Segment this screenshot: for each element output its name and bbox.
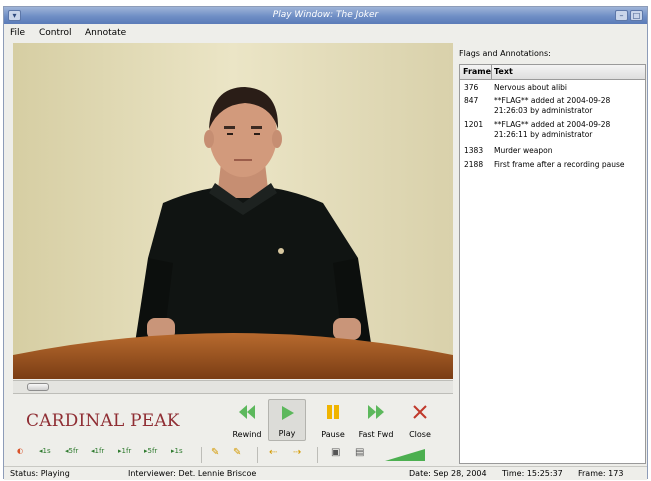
record-icon[interactable]: ◐	[17, 447, 23, 463]
table-header: Frame Text	[460, 65, 645, 80]
step-back-5fr-button[interactable]: ◂5fr	[65, 447, 78, 463]
toolbar-separator	[317, 447, 318, 463]
toolbar-separator	[257, 447, 258, 463]
title-bar: ▾ Play Window: The Joker – □	[4, 7, 647, 24]
pause-button[interactable]: Pause	[314, 399, 352, 441]
rewind-button[interactable]: Rewind	[228, 399, 266, 441]
step-fwd-1s-button[interactable]: ▸1s	[171, 447, 183, 463]
window-menu-icon[interactable]: ▾	[8, 10, 21, 21]
step-toolbar: ◐ ◂1s ◂5fr ◂1fr ▸1fr ▸5fr ▸1s ✎ ✎ ⇠ ⇢ ▣ …	[13, 444, 453, 466]
maximize-button[interactable]: □	[630, 10, 643, 21]
menu-control[interactable]: Control	[39, 28, 72, 38]
status-time: Time: 15:25:37	[502, 469, 563, 478]
mark-out-icon[interactable]: ✎	[233, 447, 241, 463]
step-back-1fr-button[interactable]: ◂1fr	[91, 447, 104, 463]
slider-thumb[interactable]	[27, 383, 49, 391]
annotations-panel: Flags and Annotations: Frame Text 376 Ne…	[455, 43, 646, 466]
rewind-label: Rewind	[232, 430, 262, 439]
video-image	[13, 43, 453, 379]
panel-title: Flags and Annotations:	[459, 49, 551, 58]
close-label: Close	[409, 430, 431, 439]
pause-label: Pause	[321, 430, 345, 439]
toolbar-separator	[201, 447, 202, 463]
step-fwd-5fr-button[interactable]: ▸5fr	[144, 447, 157, 463]
screen-icon[interactable]: ▤	[355, 447, 364, 463]
playback-slider[interactable]	[13, 380, 453, 394]
minimize-button[interactable]: –	[615, 10, 628, 21]
status-date: Date: Sep 28, 2004	[409, 469, 487, 478]
status-bar: Status: Playing Interviewer: Det. Lennie…	[4, 466, 647, 480]
snapshot-icon[interactable]: ▣	[331, 447, 340, 463]
play-window: ▾ Play Window: The Joker – □ File Contro…	[3, 6, 648, 480]
step-fwd-1fr-button[interactable]: ▸1fr	[118, 447, 131, 463]
column-text[interactable]: Text	[494, 67, 513, 76]
menu-file[interactable]: File	[10, 28, 25, 38]
rewind-icon	[239, 405, 255, 419]
fast-forward-button[interactable]: Fast Fwd	[357, 399, 395, 441]
column-frame[interactable]: Frame	[463, 67, 491, 76]
mark-in-icon[interactable]: ✎	[211, 447, 219, 463]
status-frame: Frame: 173	[578, 469, 624, 478]
close-button[interactable]: Close	[401, 399, 439, 441]
jump-prev-flag-icon[interactable]: ⇠	[269, 447, 277, 463]
menu-annotate[interactable]: Annotate	[85, 28, 126, 38]
play-icon	[282, 406, 294, 420]
annotations-table[interactable]: Frame Text 376 Nervous about alibi 847 *…	[459, 64, 646, 464]
close-icon	[413, 405, 427, 419]
volume-icon[interactable]	[383, 447, 427, 463]
fast-forward-icon	[368, 405, 384, 419]
fast-forward-label: Fast Fwd	[358, 430, 394, 439]
logo: CARDINAL PEAK	[26, 411, 180, 431]
play-button[interactable]: Play	[268, 399, 306, 441]
status-state: Status: Playing	[10, 469, 70, 478]
step-back-1s-button[interactable]: ◂1s	[39, 447, 51, 463]
menu-bar: File Control Annotate	[4, 25, 647, 41]
pause-icon	[327, 405, 339, 419]
status-interviewer: Interviewer: Det. Lennie Briscoe	[128, 469, 257, 478]
window-title: Play Window: The Joker	[272, 10, 379, 20]
jump-next-flag-icon[interactable]: ⇢	[293, 447, 301, 463]
play-label: Play	[278, 429, 296, 438]
video-frame[interactable]	[13, 43, 453, 379]
